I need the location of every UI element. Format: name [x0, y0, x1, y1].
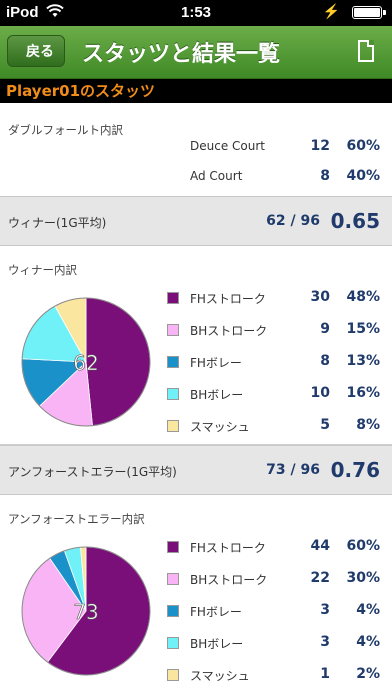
winner-legend-count: 5 [320, 417, 330, 433]
winner-legend-label: FHボレー [190, 356, 242, 370]
unforced-legend-swatch [167, 541, 179, 553]
winner-ratio: 62 / 96 [266, 213, 320, 229]
unforced-legend-pct: 4% [356, 602, 380, 618]
winner-average: 0.65 [330, 209, 380, 233]
unforced-legend-swatch [167, 605, 179, 617]
unforced-legend-swatch [167, 669, 179, 681]
winner-legend-label: スマッシュ [190, 420, 250, 434]
unforced-pie-total: 73 [73, 600, 98, 624]
unforced-legend-label: FHストローク [190, 541, 266, 555]
winner-legend-label: BHストローク [190, 324, 268, 338]
winner-summary-label: ウィナー(1G平均) [8, 216, 107, 230]
ad-court-pct: 40% [346, 168, 380, 184]
unforced-legend-count: 3 [320, 602, 330, 618]
unforced-legend-pct: 30% [346, 570, 380, 586]
winner-legend-count: 10 [310, 385, 330, 401]
back-button-label: 戻る [26, 44, 54, 60]
unforced-pie-chart: 73 [21, 546, 151, 676]
unforced-legend-label: FHボレー [190, 605, 242, 619]
unforced-summary-row: アンフォーストエラー(1G平均) 73 / 96 0.76 [0, 445, 392, 495]
winner-legend-swatch [167, 420, 179, 432]
status-bar: iPod 1:53 ⚡ [0, 0, 392, 26]
unforced-legend-swatch [167, 573, 179, 585]
winner-legend-swatch [167, 388, 179, 400]
unforced-legend-label: BHボレー [190, 637, 244, 651]
deuce-court-label: Deuce Court [190, 139, 265, 153]
winner-legend-count: 8 [320, 353, 330, 369]
document-icon[interactable] [358, 40, 374, 62]
winner-legend-pct: 13% [346, 353, 380, 369]
winner-legend-label: FHストローク [190, 292, 266, 306]
winner-legend-swatch [167, 324, 179, 336]
unforced-breakdown-title: アンフォーストエラー内訳 [8, 512, 145, 526]
unforced-legend-count: 44 [310, 538, 330, 554]
deuce-court-pct: 60% [346, 138, 380, 154]
winner-legend-count: 9 [320, 321, 330, 337]
unforced-legend-count: 1 [320, 666, 330, 682]
unforced-ratio: 73 / 96 [266, 462, 320, 478]
unforced-legend-count: 3 [320, 634, 330, 650]
winner-pie-total: 62 [73, 351, 98, 375]
double-fault-title: ダブルフォールト内訳 [8, 123, 123, 137]
unforced-summary-label: アンフォーストエラー(1G平均) [8, 465, 177, 479]
unforced-legend-count: 22 [310, 570, 330, 586]
ad-court-count: 8 [320, 168, 330, 184]
ad-court-label: Ad Court [190, 169, 243, 183]
unforced-legend-pct: 2% [356, 666, 380, 682]
winner-breakdown-title: ウィナー内訳 [8, 263, 77, 277]
back-button[interactable]: 戻る [7, 35, 65, 67]
charging-icon: ⚡ [322, 3, 340, 19]
navigation-bar: 戻る スタッツと結果一覧 [0, 26, 392, 79]
player-header: Player01のスタッツ [0, 79, 392, 103]
winner-legend-swatch [167, 356, 179, 368]
winner-pie-chart: 62 [21, 297, 151, 427]
winner-legend-pct: 48% [346, 289, 380, 305]
unforced-legend-label: スマッシュ [190, 669, 250, 683]
unforced-legend-label: BHストローク [190, 573, 268, 587]
deuce-court-count: 12 [310, 138, 330, 154]
winner-summary-row: ウィナー(1G平均) 62 / 96 0.65 [0, 196, 392, 246]
winner-legend-pct: 15% [346, 321, 380, 337]
unforced-legend-swatch [167, 637, 179, 649]
unforced-average: 0.76 [330, 458, 380, 482]
battery-icon [352, 6, 386, 19]
winner-legend-pct: 16% [346, 385, 380, 401]
winner-legend-pct: 8% [356, 417, 380, 433]
winner-legend-count: 30 [310, 289, 330, 305]
unforced-legend-pct: 4% [356, 634, 380, 650]
page-title: スタッツと結果一覧 [82, 42, 281, 67]
winner-legend-label: BHボレー [190, 388, 244, 402]
unforced-legend-pct: 60% [346, 538, 380, 554]
winner-legend-swatch [167, 292, 179, 304]
